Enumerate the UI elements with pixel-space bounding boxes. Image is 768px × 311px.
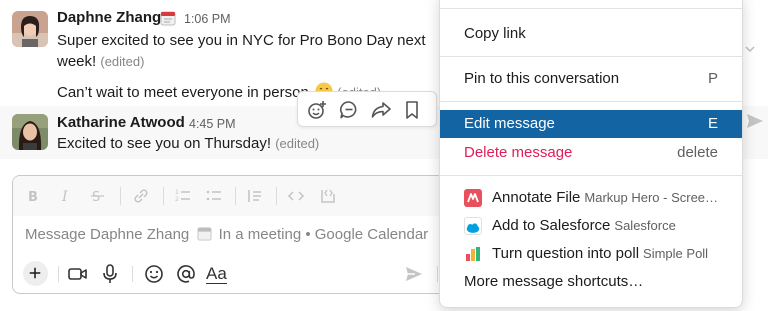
formatting-toolbar: B I S 12 — [13, 176, 491, 216]
message-text-line: week! (edited) — [57, 51, 144, 73]
placeholder-status: In a meeting • Google Calendar — [218, 226, 429, 243]
menu-item-turn-into-poll[interactable]: Turn question into poll Simple Poll — [440, 240, 742, 268]
message-text-line-end: week! — [57, 53, 97, 70]
send-icon-background — [742, 108, 768, 138]
message-timestamp[interactable]: 4:45 PM — [189, 117, 236, 131]
chevron-down-icon — [745, 40, 755, 52]
avatar-katharine[interactable] — [12, 114, 48, 150]
svg-text:1: 1 — [175, 189, 179, 196]
avatar-daphne[interactable] — [12, 11, 48, 47]
message-context-menu: Copy link Pin to this conversation P Edi… — [439, 0, 743, 308]
ordered-list-icon[interactable]: 12 — [173, 186, 193, 206]
salesforce-icon — [464, 217, 482, 235]
author-name[interactable]: Katharine Atwood — [57, 114, 185, 131]
placeholder-text: Message Daphne Zhang — [25, 226, 190, 243]
menu-item-more-shortcuts[interactable]: More message shortcuts… — [440, 268, 742, 296]
menu-divider — [440, 56, 742, 57]
menu-item-label: More message shortcuts… — [464, 273, 644, 290]
menu-item-copy-link[interactable]: Copy link — [440, 20, 742, 48]
toolbar-divider — [120, 187, 121, 205]
microphone-icon[interactable] — [98, 262, 122, 286]
calendar-status-icon — [197, 226, 212, 241]
menu-item-annotate-file[interactable]: Annotate File Markup Hero - Scree… — [440, 184, 742, 212]
menu-item-shortcut: P — [707, 70, 718, 87]
message-timestamp[interactable]: 1:06 PM — [184, 12, 231, 26]
toolbar-divider — [163, 187, 164, 205]
share-icon[interactable] — [369, 98, 393, 122]
add-reaction-icon[interactable] — [305, 98, 329, 122]
menu-item-shortcut: E — [707, 115, 718, 132]
app-name: Salesforce — [614, 218, 676, 233]
reply-thread-icon[interactable] — [337, 98, 361, 122]
svg-text:S: S — [92, 190, 100, 205]
svg-text:I: I — [61, 189, 68, 205]
video-icon[interactable] — [66, 262, 90, 286]
svg-text:2: 2 — [175, 196, 179, 203]
menu-item-shortcut: delete — [677, 144, 718, 161]
attach-plus-button[interactable] — [23, 261, 48, 286]
message-input[interactable]: Message Daphne Zhang In a meeting • Goog… — [25, 226, 428, 243]
toolbar-divider — [235, 187, 236, 205]
app-name: Simple Poll — [643, 246, 709, 261]
code-icon[interactable] — [286, 186, 306, 206]
svg-text:B: B — [28, 190, 38, 205]
bulleted-list-icon[interactable] — [204, 186, 224, 206]
toolbar-divider — [58, 266, 59, 282]
emoji-icon[interactable] — [142, 262, 166, 286]
mention-icon[interactable] — [174, 262, 198, 286]
menu-item-label: Add to Salesforce Salesforce — [492, 212, 676, 240]
menu-divider — [440, 8, 742, 9]
toolbar-divider — [437, 266, 438, 282]
menu-item-label: Pin to this conversation — [464, 70, 620, 87]
code-block-icon[interactable] — [318, 186, 338, 206]
menu-item-label: Copy link — [464, 25, 526, 42]
calendar-status-icon — [160, 10, 176, 26]
app-action-label: Annotate File — [492, 189, 581, 206]
text-format-label: Aa — [206, 264, 227, 284]
menu-item-label: Annotate File Markup Hero - Scree… — [492, 184, 718, 212]
toolbar-divider — [276, 187, 277, 205]
simple-poll-icon — [464, 245, 482, 263]
message-text: Excited to see you on Thursday! — [57, 135, 272, 152]
edited-label: (edited) — [100, 54, 145, 69]
bold-icon[interactable]: B — [24, 186, 44, 206]
app-action-label: Add to Salesforce — [492, 217, 611, 234]
menu-item-label: Edit message — [464, 115, 555, 132]
menu-item-label: Turn question into poll Simple Poll — [492, 240, 708, 268]
text-format-button[interactable]: Aa — [206, 262, 232, 286]
toolbar-divider — [132, 266, 133, 282]
menu-divider — [440, 101, 742, 102]
author-name[interactable]: Daphne Zhang — [57, 9, 161, 26]
bookmark-icon[interactable] — [400, 98, 424, 122]
message-text: Can’t wait to meet everyone in person — [57, 84, 309, 101]
message-text-line: Excited to see you on Thursday! (edited) — [57, 133, 319, 155]
menu-item-label: Delete message — [464, 144, 573, 161]
message-text-line: Super excited to see you in NYC for Pro … — [57, 32, 426, 49]
menu-item-edit-message[interactable]: Edit message E — [440, 110, 742, 138]
menu-item-delete-message[interactable]: Delete message delete — [440, 139, 742, 167]
menu-item-pin[interactable]: Pin to this conversation P — [440, 65, 742, 93]
app-action-label: Turn question into poll — [492, 245, 640, 262]
app-name: Markup Hero - Scree… — [584, 190, 719, 205]
message-composer: B I S 12 Message Daphne Zhang In a meeti… — [12, 175, 492, 294]
link-icon[interactable] — [131, 186, 151, 206]
send-icon[interactable] — [404, 264, 424, 284]
edited-label: (edited) — [275, 136, 320, 151]
blockquote-icon[interactable] — [245, 186, 265, 206]
italic-icon[interactable]: I — [56, 186, 76, 206]
markup-hero-icon — [464, 189, 482, 207]
message-actions-bar — [297, 91, 437, 127]
menu-divider — [440, 175, 742, 176]
menu-item-add-to-salesforce[interactable]: Add to Salesforce Salesforce — [440, 212, 742, 240]
strikethrough-icon[interactable]: S — [88, 186, 108, 206]
